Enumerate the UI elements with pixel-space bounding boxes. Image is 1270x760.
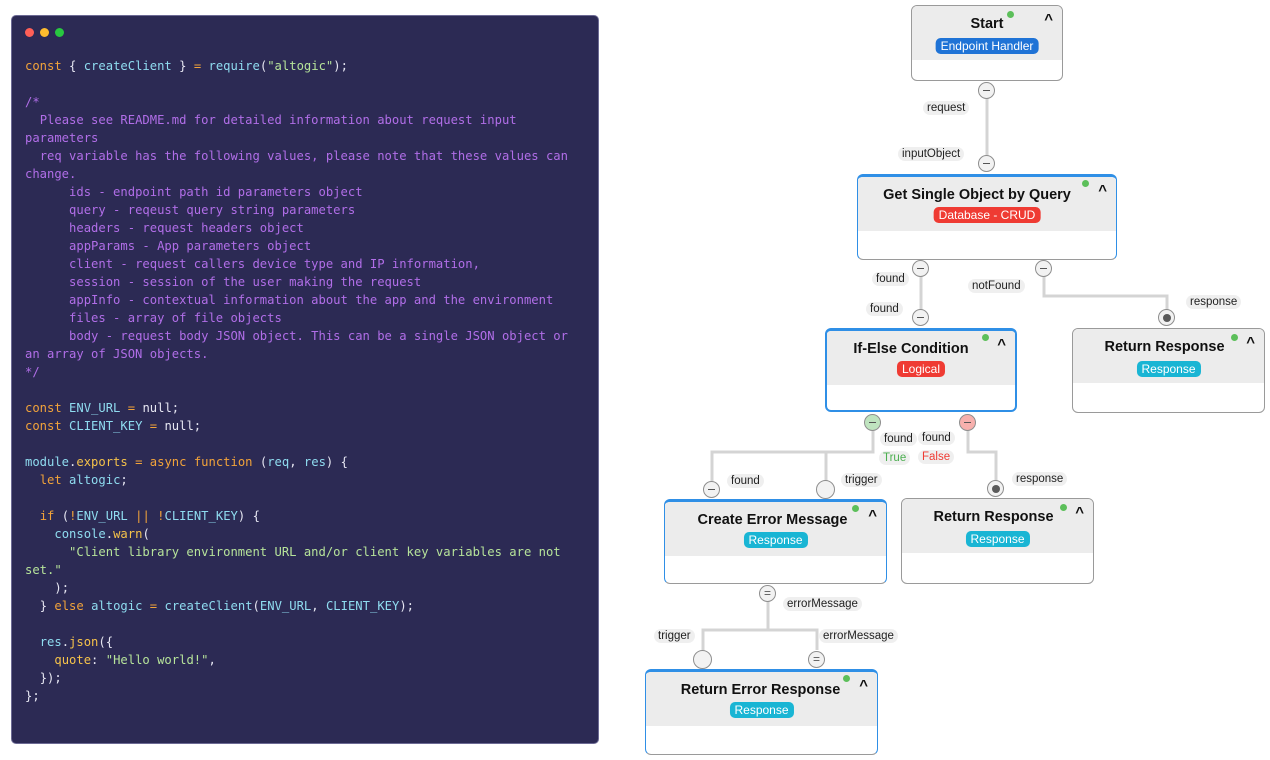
output-port-true[interactable] xyxy=(864,414,881,431)
input-port-found[interactable] xyxy=(912,309,929,326)
status-ok-icon xyxy=(852,505,859,512)
output-port-request[interactable] xyxy=(978,82,995,99)
input-port-trigger[interactable] xyxy=(693,650,712,669)
port-label-found: found xyxy=(727,474,764,488)
input-port-trigger[interactable] xyxy=(816,480,835,499)
flow-canvas[interactable]: Start ^ Endpoint Handler request inputOb… xyxy=(0,0,1270,760)
status-ok-icon xyxy=(843,675,850,682)
node-title: Start xyxy=(970,16,1004,32)
status-ok-icon xyxy=(1060,504,1067,511)
input-port-response[interactable] xyxy=(1158,309,1175,326)
wire-errormessage xyxy=(701,601,770,650)
port-label-trigger: trigger xyxy=(841,473,882,487)
port-label-true-found: found xyxy=(880,432,917,446)
input-port-response[interactable] xyxy=(987,480,1004,497)
collapse-chevron-icon[interactable]: ^ xyxy=(1098,182,1107,199)
port-label-trigger: trigger xyxy=(654,629,695,643)
input-port-inputobject[interactable] xyxy=(978,155,995,172)
port-label-errormessage: errorMessage xyxy=(783,597,862,611)
status-ok-icon xyxy=(1231,334,1238,341)
wire-errormessage-2 xyxy=(768,628,819,650)
node-type-badge: Response xyxy=(729,702,794,718)
port-label-notfound: notFound xyxy=(968,279,1025,293)
collapse-chevron-icon[interactable]: ^ xyxy=(1246,334,1255,351)
node-title: Create Error Message xyxy=(697,512,848,528)
output-port-found[interactable] xyxy=(912,260,929,277)
status-ok-icon xyxy=(1082,180,1089,187)
collapse-chevron-icon[interactable]: ^ xyxy=(997,336,1006,353)
node-title: Return Response xyxy=(933,509,1054,525)
node-get-single-object[interactable]: Get Single Object by Query ^ Database - … xyxy=(857,174,1117,260)
node-title: If-Else Condition xyxy=(853,341,969,357)
port-label-false: False xyxy=(918,450,955,464)
port-label-response: response xyxy=(1186,295,1242,309)
input-port-errormessage[interactable] xyxy=(808,651,825,668)
port-label-response: response xyxy=(1012,472,1068,486)
status-ok-icon xyxy=(982,334,989,341)
port-label-errormessage: errorMessage xyxy=(819,629,898,643)
port-label-found: found xyxy=(872,272,909,286)
node-if-else-condition[interactable]: If-Else Condition ^ Logical xyxy=(825,328,1017,412)
collapse-chevron-icon[interactable]: ^ xyxy=(1075,504,1084,521)
node-title: Return Response xyxy=(1104,339,1225,355)
status-ok-icon xyxy=(1007,11,1014,18)
node-title: Return Error Response xyxy=(680,682,841,698)
node-start[interactable]: Start ^ Endpoint Handler xyxy=(911,5,1063,81)
port-label-false-found: found xyxy=(918,431,955,445)
output-port-notfound[interactable] xyxy=(1035,260,1052,277)
port-label-inputobject: inputObject xyxy=(898,147,965,161)
node-title: Get Single Object by Query xyxy=(883,187,1071,203)
input-port-found[interactable] xyxy=(703,481,720,498)
port-label-found-in: found xyxy=(866,302,903,316)
node-return-error-response[interactable]: Return Error Response ^ Response xyxy=(645,669,878,755)
node-type-badge: Response xyxy=(965,531,1030,547)
output-port-false[interactable] xyxy=(959,414,976,431)
node-type-badge: Response xyxy=(1136,361,1201,377)
collapse-chevron-icon[interactable]: ^ xyxy=(859,677,868,694)
port-label-request: request xyxy=(923,101,970,115)
node-create-error-message[interactable]: Create Error Message ^ Response xyxy=(664,499,887,584)
wire-false-branch xyxy=(966,431,998,481)
collapse-chevron-icon[interactable]: ^ xyxy=(1044,11,1053,28)
collapse-chevron-icon[interactable]: ^ xyxy=(868,507,877,524)
node-type-badge: Logical xyxy=(896,361,946,377)
node-return-response[interactable]: Return Response ^ Response xyxy=(901,498,1094,584)
output-port-errormessage[interactable] xyxy=(759,585,776,602)
node-type-badge: Response xyxy=(743,532,808,548)
node-return-response[interactable]: Return Response ^ Response xyxy=(1072,328,1265,413)
port-label-true: True xyxy=(879,451,911,465)
node-type-badge: Endpoint Handler xyxy=(935,38,1039,54)
wire-notfound xyxy=(1042,276,1169,310)
node-type-badge: Database - CRUD xyxy=(933,207,1041,223)
